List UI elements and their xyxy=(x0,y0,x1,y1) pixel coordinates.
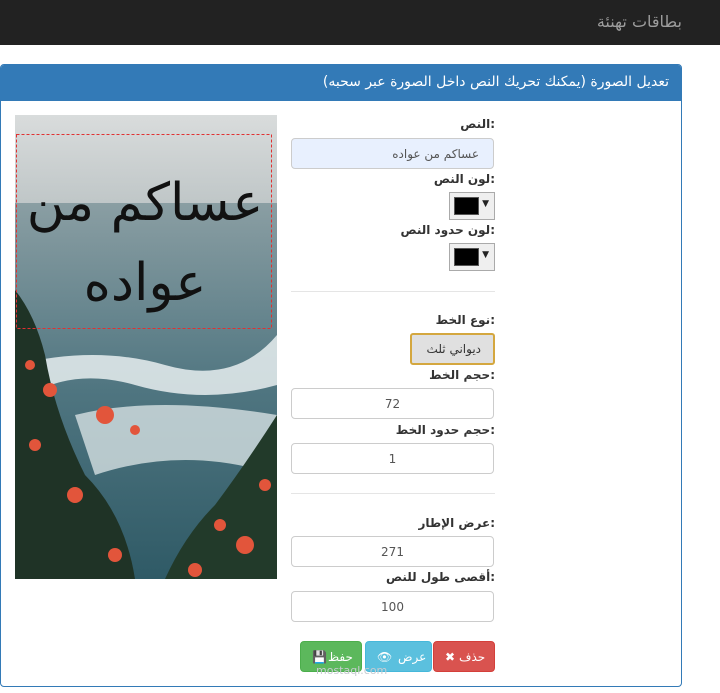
font-type-label: نوع الخط: xyxy=(435,313,495,327)
max-length-label: أقصى طول للنص: xyxy=(385,570,495,584)
card-preview-image: عساكم من عواده xyxy=(15,115,277,579)
text-color-label: لون النص: xyxy=(433,172,495,186)
top-navbar: بطاقات تهنئة xyxy=(0,0,720,45)
eye-icon: 👁 xyxy=(377,650,393,664)
separator xyxy=(291,493,495,494)
floppy-icon: 💾 xyxy=(312,650,327,664)
text-label: النص: xyxy=(460,117,495,131)
max-length-input[interactable] xyxy=(291,591,494,622)
frame-width-label: عرض الإطار: xyxy=(418,516,495,530)
separator xyxy=(291,291,495,292)
navbar-brand[interactable]: بطاقات تهنئة xyxy=(597,12,682,31)
stroke-color-label: لون حدود النص: xyxy=(400,223,495,237)
overlay-text-line2[interactable]: عواده xyxy=(84,253,207,313)
font-size-input[interactable] xyxy=(291,388,494,419)
caret-down-icon: ▼ xyxy=(482,199,489,209)
delete-button[interactable]: ✖ حذف xyxy=(433,641,495,672)
edit-image-panel: تعديل الصورة (يمكنك تحريك النص داخل الصو… xyxy=(0,64,682,687)
save-button-label: حفظ xyxy=(328,650,353,664)
text-input[interactable] xyxy=(291,138,494,169)
text-color-picker[interactable]: ▼ xyxy=(449,192,495,220)
stroke-size-input[interactable] xyxy=(291,443,494,474)
font-type-select[interactable]: ديواني ثلث xyxy=(410,333,495,365)
text-color-swatch xyxy=(454,197,479,215)
font-size-label: حجم الخط: xyxy=(429,368,495,382)
delete-button-label: حذف xyxy=(459,650,486,664)
panel-title: تعديل الصورة (يمكنك تحريك النص داخل الصو… xyxy=(322,74,669,90)
overlay-text-line1[interactable]: عساكم من xyxy=(27,173,264,233)
stroke-size-label: حجم حدود الخط: xyxy=(395,423,495,437)
stroke-color-swatch xyxy=(454,248,479,266)
view-button-label: عرض xyxy=(398,650,427,664)
panel-heading: تعديل الصورة (يمكنك تحريك النص داخل الصو… xyxy=(1,65,681,101)
stroke-color-picker[interactable]: ▼ xyxy=(449,243,495,271)
caret-down-icon: ▼ xyxy=(482,250,489,260)
font-type-value: ديواني ثلث xyxy=(426,342,481,356)
times-icon: ✖ xyxy=(445,650,456,664)
watermark: mostaql.com xyxy=(316,664,388,677)
frame-width-input[interactable] xyxy=(291,536,494,567)
